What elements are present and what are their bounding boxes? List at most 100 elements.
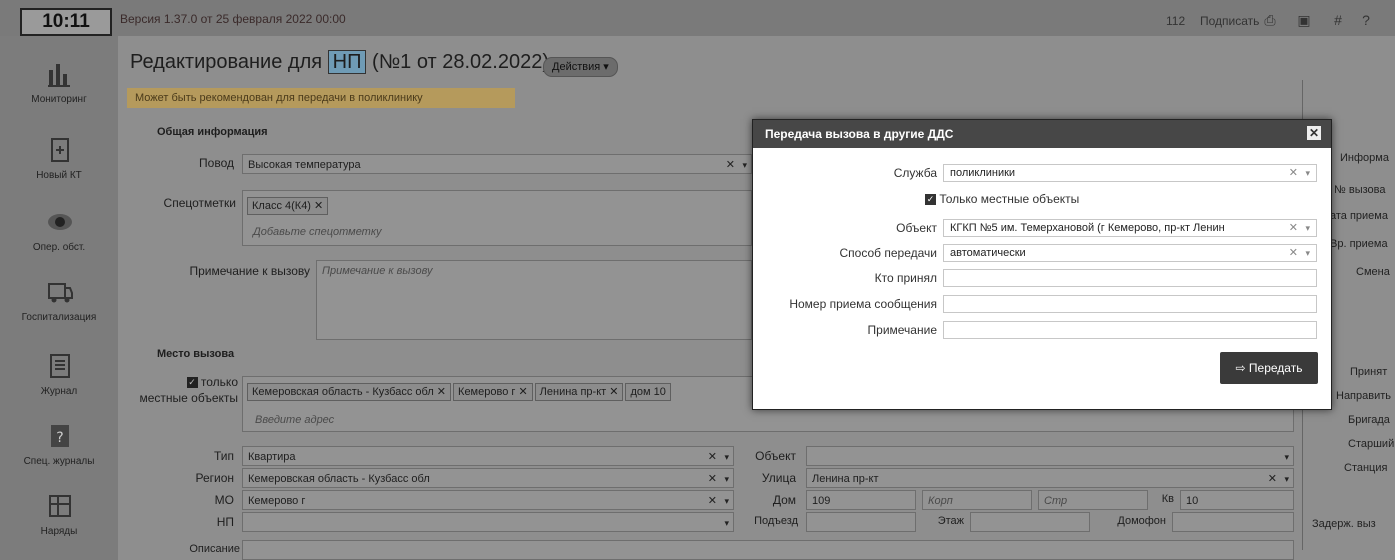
- desc-label: Описание: [189, 543, 240, 555]
- counter-badge[interactable]: 112: [1166, 14, 1185, 28]
- spec-field[interactable]: Класс 4(К4) ✕ Добавьте спецотметку: [242, 190, 752, 246]
- type-label: Тип: [213, 449, 234, 463]
- sidebar-item-new-kt[interactable]: Новый КТ: [0, 130, 118, 200]
- document-icon[interactable]: ▣: [1296, 12, 1312, 28]
- np-select[interactable]: ▾: [242, 512, 734, 532]
- right-panel-item: № вызова: [1334, 184, 1386, 196]
- section-general-title: Общая информация: [157, 126, 268, 138]
- hint-banner: Может быть рекомендован для передачи в п…: [127, 88, 515, 108]
- type-select[interactable]: Квартира ✕ ▾: [242, 446, 734, 466]
- close-icon[interactable]: ✕: [1307, 126, 1321, 140]
- chevron-down-icon[interactable]: ▾: [1305, 165, 1310, 182]
- type-value: Квартира: [248, 451, 296, 463]
- chevron-down-icon[interactable]: ▾: [724, 447, 729, 467]
- object-select[interactable]: ▾: [806, 446, 1294, 466]
- clear-icon[interactable]: ✕: [708, 447, 717, 467]
- local-label-1: только: [200, 375, 238, 389]
- floor-input[interactable]: [970, 512, 1090, 532]
- chevron-down-icon[interactable]: ▾: [1305, 245, 1310, 262]
- object-label: Объект: [896, 221, 937, 235]
- note-textarea[interactable]: Примечание к вызову: [316, 260, 752, 340]
- region-select[interactable]: Кемеровская область - Кузбасс обл ✕ ▾: [242, 468, 734, 488]
- service-select[interactable]: поликлиники ✕ ▾: [943, 164, 1317, 182]
- method-label: Способ передачи: [839, 246, 937, 260]
- clear-icon[interactable]: ✕: [1268, 469, 1277, 489]
- sidebar-item-spec-journals[interactable]: ? Спец. журналы: [0, 416, 118, 486]
- address-chip[interactable]: Кемеровская область - Кузбасс обл ✕: [247, 383, 452, 401]
- who-label: Кто принял: [874, 271, 937, 285]
- transfer-dialog: Передача вызова в другие ДДС ✕ Служба по…: [752, 119, 1332, 410]
- clear-icon[interactable]: ✕: [1289, 245, 1298, 262]
- address-placeholder: Введите адрес: [255, 414, 335, 426]
- sidebar-item-label: Журнал: [40, 386, 78, 397]
- title-prefix: Редактирование для: [130, 51, 323, 73]
- kv-input[interactable]: 10: [1180, 490, 1294, 510]
- chevron-down-icon[interactable]: ▾: [742, 155, 747, 175]
- sidebar-item-monitoring[interactable]: Мониторинг: [0, 54, 118, 124]
- new-document-icon: [51, 138, 69, 162]
- note-label: Примечание к вызову: [189, 264, 310, 278]
- who-input[interactable]: [943, 269, 1317, 287]
- str-input[interactable]: Стр: [1038, 490, 1148, 510]
- local-objects-toggle[interactable]: ✓ только местные объекты: [120, 374, 238, 406]
- chevron-down-icon[interactable]: ▾: [1305, 220, 1310, 237]
- chevron-down-icon[interactable]: ▾: [724, 491, 729, 511]
- actions-button[interactable]: Действия ▾: [543, 57, 618, 77]
- right-panel-item: Бригада: [1348, 414, 1390, 426]
- remove-icon[interactable]: ✕: [314, 200, 323, 212]
- clear-icon[interactable]: ✕: [726, 155, 735, 175]
- version-label: Версия 1.37.0 от 25 февраля 2022 00:00: [120, 12, 346, 26]
- title-tag[interactable]: НП: [327, 50, 367, 74]
- sidebar-item-hospital[interactable]: Госпитализация: [0, 272, 118, 342]
- tasks-icon: [49, 495, 71, 517]
- right-panel-item: Задерж. выз: [1312, 518, 1376, 530]
- checkbox[interactable]: ✓: [186, 377, 198, 389]
- chevron-down-icon[interactable]: ▾: [1284, 447, 1289, 467]
- service-value: поликлиники: [950, 167, 1016, 179]
- sidebar-item-journal[interactable]: Журнал: [0, 346, 118, 416]
- sidebar-item-oper[interactable]: Опер. обст.: [0, 202, 118, 272]
- checkbox-icon[interactable]: ✓: [925, 194, 936, 206]
- sidebar-item-tasks[interactable]: Наряды: [0, 486, 118, 556]
- chevron-down-icon[interactable]: ▾: [724, 513, 729, 533]
- hash-icon[interactable]: #: [1330, 12, 1346, 28]
- address-chip[interactable]: дом 10: [625, 383, 671, 401]
- dialog-note-input[interactable]: [943, 321, 1317, 339]
- desc-field[interactable]: [242, 540, 1294, 560]
- right-panel-item: Старший: [1348, 438, 1395, 450]
- chevron-down-icon[interactable]: ▾: [724, 469, 729, 489]
- region-label: Регион: [195, 471, 234, 485]
- method-select[interactable]: автоматически ✕ ▾: [943, 244, 1317, 262]
- mo-select[interactable]: Кемерово г ✕ ▾: [242, 490, 734, 510]
- clear-icon[interactable]: ✕: [708, 469, 717, 489]
- service-label: Служба: [893, 166, 937, 180]
- msgnum-input[interactable]: [943, 295, 1317, 313]
- sidebar-item-label: Наряды: [40, 526, 78, 537]
- korp-input[interactable]: Корп: [922, 490, 1032, 510]
- address-chip[interactable]: Ленина пр-кт ✕: [534, 383, 624, 401]
- chevron-down-icon: ▾: [603, 61, 609, 73]
- street-value: Ленина пр-кт: [812, 473, 879, 485]
- intercom-input[interactable]: [1172, 512, 1294, 532]
- help-icon[interactable]: ?: [1358, 12, 1374, 28]
- send-button[interactable]: ⇨ Передать: [1220, 352, 1318, 384]
- local-only-checkbox[interactable]: ✓ Только местные объекты: [925, 192, 1079, 206]
- object-select[interactable]: КГКП №5 им. Темерхановой (г Кемерово, пр…: [943, 219, 1317, 237]
- address-chip[interactable]: Кемерово г ✕: [453, 383, 533, 401]
- sidebar-item-label: Новый КТ: [36, 170, 82, 181]
- sign-button[interactable]: Подписать: [1200, 14, 1259, 28]
- right-panel-item: Смена: [1356, 266, 1390, 278]
- clear-icon[interactable]: ✕: [1289, 220, 1298, 237]
- chevron-down-icon[interactable]: ▾: [1284, 469, 1289, 489]
- house-input[interactable]: 109: [806, 490, 916, 510]
- clear-icon[interactable]: ✕: [1289, 165, 1298, 182]
- spec-chip[interactable]: Класс 4(К4) ✕: [247, 197, 329, 215]
- send-label: Передать: [1248, 361, 1303, 375]
- right-panel-item: ата приема: [1330, 210, 1388, 222]
- mo-label: МО: [214, 493, 234, 507]
- street-select[interactable]: Ленина пр-кт ✕ ▾: [806, 468, 1294, 488]
- print-icon[interactable]: ⎙: [1262, 12, 1278, 28]
- povod-select[interactable]: Высокая температура ✕ ▾: [242, 154, 752, 174]
- entrance-input[interactable]: [806, 512, 916, 532]
- clear-icon[interactable]: ✕: [708, 491, 717, 511]
